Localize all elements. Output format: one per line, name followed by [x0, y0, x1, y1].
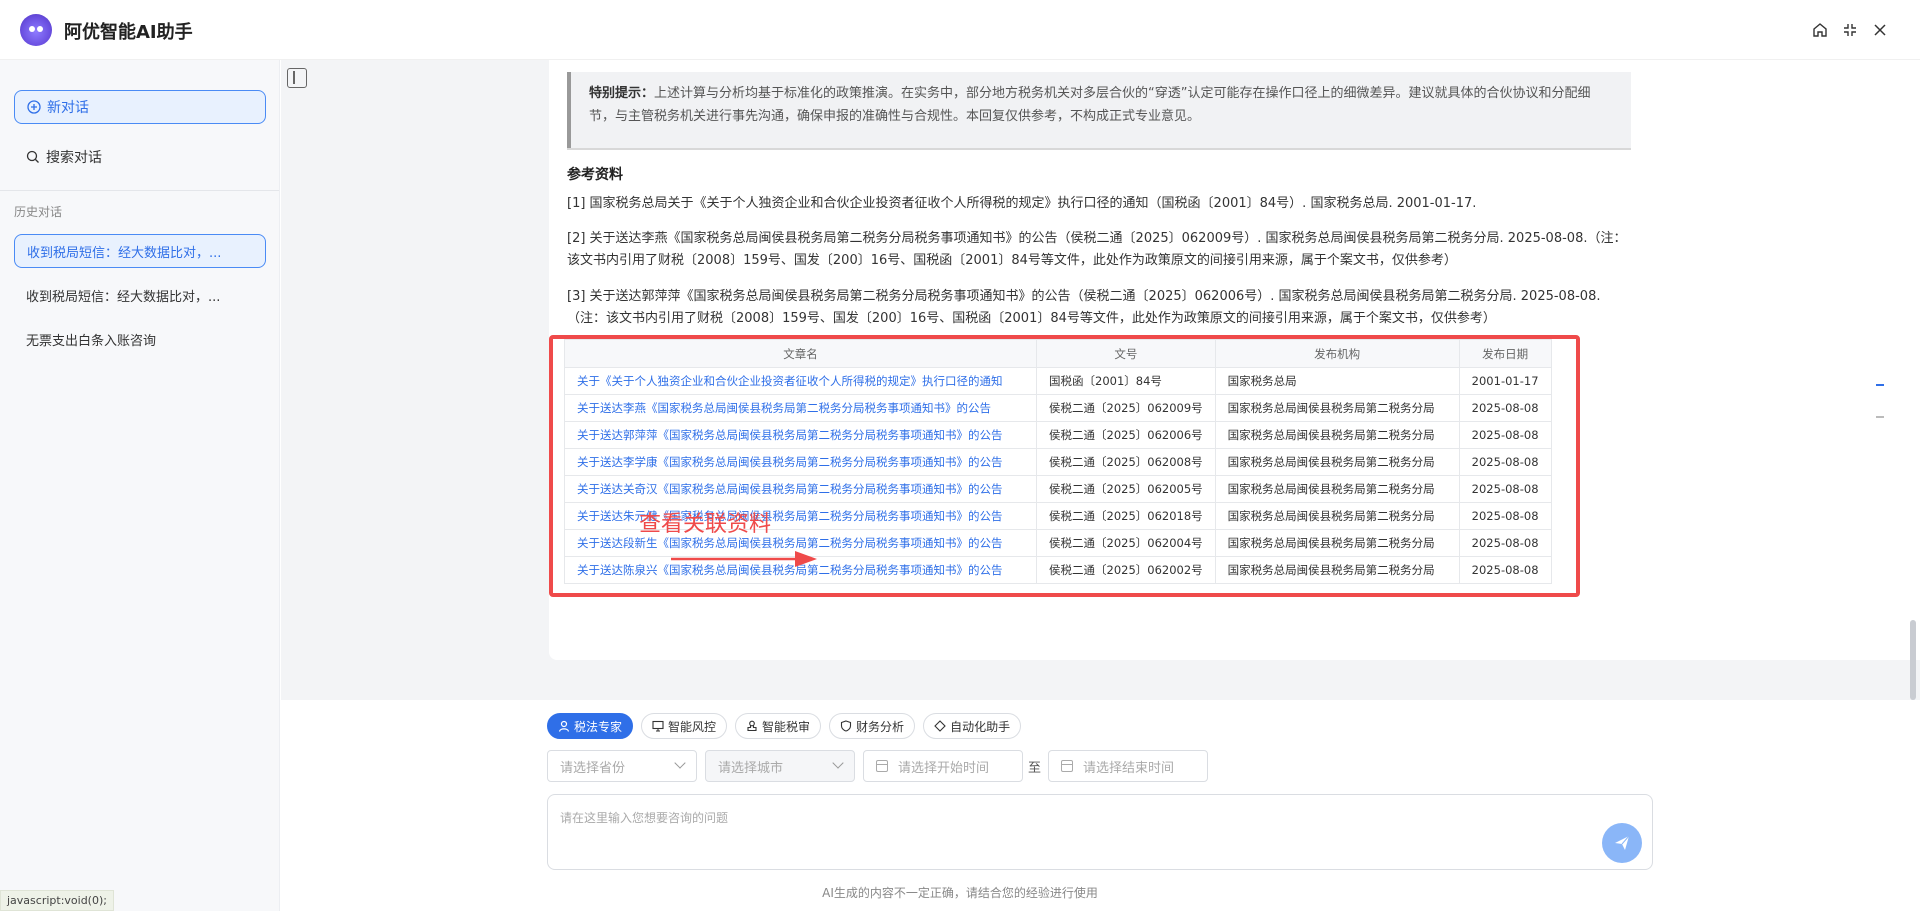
question-input[interactable]: 请在这里输入您想要咨询的问题	[547, 794, 1653, 870]
anchor-marker-active[interactable]	[1876, 384, 1884, 386]
history-item[interactable]: 无票支出白条入账咨询	[14, 322, 266, 356]
calendar-icon	[876, 760, 888, 772]
monitor-icon	[652, 720, 664, 732]
mode-label: 智能税审	[762, 719, 811, 734]
province-placeholder: 请选择省份	[560, 760, 626, 776]
end-date-placeholder: 请选择结束时间	[1083, 760, 1175, 776]
date-range-separator: 至	[1028, 761, 1042, 776]
calendar-icon	[1061, 760, 1073, 772]
plus-circle-icon	[27, 100, 41, 114]
start-date-placeholder: 请选择开始时间	[898, 760, 990, 776]
shield-icon	[840, 720, 852, 732]
ai-disclaimer: AI生成的内容不一定正确，请结合您的经验进行使用	[822, 886, 1098, 900]
chevron-down-icon	[832, 757, 844, 769]
mode-label: 自动化助手	[950, 719, 1011, 734]
stamp-icon	[747, 720, 757, 732]
annotation-arrow-icon	[671, 551, 817, 567]
search-chat-label: 搜索对话	[46, 150, 102, 166]
reference-item: [3] 关于送达郭萍萍《国家税务总局闽侯县税务局第二税务分局税务事项通知书》的公…	[567, 289, 1601, 326]
app-logo-icon	[20, 14, 52, 46]
history-item[interactable]: 收到税局短信：经大数据比对，...	[14, 278, 266, 312]
annotation-label: 查看关联资料	[639, 512, 772, 537]
question-placeholder: 请在这里输入您想要咨询的问题	[560, 811, 729, 825]
app-title: 阿优智能AI助手	[64, 22, 193, 43]
chevron-down-icon	[674, 757, 686, 769]
main-area: 特别提示：上述计算与分析均基于标准化的政策推演。在实务中，部分地方税务机关对多层…	[281, 60, 1920, 911]
mode-tab-finance-analysis[interactable]: 财务分析	[829, 713, 916, 739]
history-title: 历史对话	[14, 205, 63, 219]
province-select[interactable]: 请选择省份	[547, 750, 697, 782]
tip-text: 上述计算与分析均基于标准化的政策推演。在实务中，部分地方税务机关对多层合伙的“穿…	[589, 86, 1591, 124]
mode-tab-risk-control[interactable]: 智能风控	[641, 713, 728, 739]
shrink-icon[interactable]	[1838, 18, 1862, 42]
user-icon	[558, 720, 570, 732]
history-item[interactable]: 收到税局短信：经大数据比对，...	[14, 234, 266, 268]
search-chat-button[interactable]: 搜索对话	[14, 140, 266, 174]
scrollbar-thumb[interactable]	[1910, 620, 1916, 700]
new-chat-label: 新对话	[47, 100, 89, 116]
send-button[interactable]	[1602, 823, 1642, 863]
tip-label: 特别提示：	[589, 86, 655, 101]
sidebar-divider	[0, 190, 279, 191]
close-icon[interactable]	[1868, 18, 1892, 42]
end-date-picker[interactable]: 请选择结束时间	[1048, 750, 1208, 782]
reference-item: [1] 国家税务总局关于《关于个人独资企业和合伙企业投资者征收个人所得税的规定》…	[567, 196, 1477, 211]
diamond-icon	[934, 720, 946, 732]
title-bar: 阿优智能AI助手	[0, 0, 1920, 60]
mode-tab-tax-audit[interactable]: 智能税审	[735, 713, 822, 739]
special-tip: 特别提示：上述计算与分析均基于标准化的政策推演。在实务中，部分地方税务机关对多层…	[567, 72, 1631, 148]
search-icon	[26, 150, 39, 163]
city-select[interactable]: 请选择城市	[705, 750, 855, 782]
scrollbar[interactable]	[1910, 60, 1916, 700]
new-chat-button[interactable]: 新对话	[14, 90, 266, 124]
home-icon[interactable]	[1808, 18, 1832, 42]
mode-label: 财务分析	[856, 719, 905, 734]
city-placeholder: 请选择城市	[718, 760, 784, 776]
mode-tabs: 税法专家 智能风控 智能税审 财务分析 自动化助手	[547, 713, 1022, 739]
anchor-marker[interactable]	[1876, 416, 1884, 418]
mode-tab-tax-expert[interactable]: 税法专家	[547, 713, 634, 739]
mode-tab-automation[interactable]: 自动化助手	[923, 713, 1022, 739]
sidebar-toggle-icon[interactable]	[287, 68, 307, 88]
start-date-picker[interactable]: 请选择开始时间	[863, 750, 1023, 782]
refs-title: 参考资料	[567, 167, 623, 183]
send-icon	[1615, 835, 1630, 850]
mode-label: 智能风控	[668, 719, 717, 734]
section-divider	[567, 148, 1631, 150]
reference-item: [2] 关于送达李燕《国家税务总局闽侯县税务局第二税务分局税务事项通知书》的公告…	[567, 231, 1627, 268]
sidebar: 新对话 搜索对话 历史对话 收到税局短信：经大数据比对，... 收到税局短信：经…	[0, 60, 280, 911]
mode-label: 税法专家	[574, 719, 623, 734]
chat-area: 特别提示：上述计算与分析均基于标准化的政策推演。在实务中，部分地方税务机关对多层…	[281, 60, 1920, 700]
